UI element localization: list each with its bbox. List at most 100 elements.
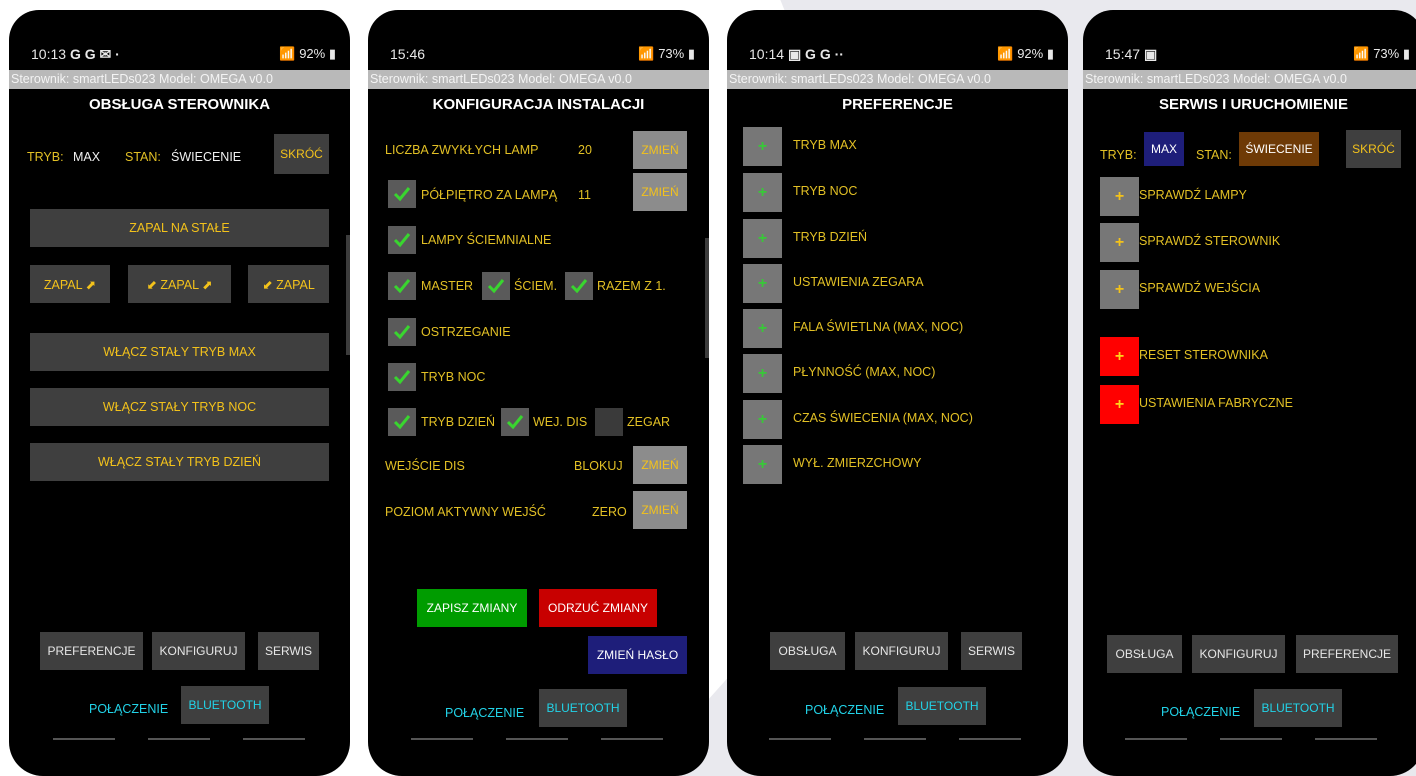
plus-icon[interactable]: + [1100, 270, 1139, 309]
polaczenie-label: POŁĄCZENIE [445, 706, 525, 720]
odrzuc-zmiany-button[interactable]: ODRZUĆ ZMIANY [539, 589, 657, 627]
nav-indicator [959, 738, 1021, 740]
nav-indicator [53, 738, 115, 740]
reset-label[interactable]: RESET STEROWNIKA [1139, 348, 1268, 362]
bluetooth-button[interactable]: BLUETOOTH [181, 686, 269, 724]
pref-item-label[interactable]: TRYB MAX [793, 138, 857, 152]
razem-checkbox[interactable] [565, 272, 593, 300]
controller-info-bar: Sterownik: smartLEDs023 Model: OMEGA v0.… [1083, 70, 1416, 89]
stan-label: STAN: [1196, 148, 1232, 162]
pref-item-label[interactable]: USTAWIENIA ZEGARA [793, 275, 924, 289]
serwis-item-label[interactable]: SPRAWDŹ STEROWNIK [1139, 234, 1280, 248]
plus-icon[interactable]: + [743, 219, 782, 258]
status-bar: 10:14 ▣ G G ·· 📶 92% ▮ [727, 10, 1068, 70]
nav-preferencje-button[interactable]: PREFERENCJE [40, 632, 143, 670]
checkmark-icon [393, 233, 411, 248]
tryb-noc-checkbox[interactable] [388, 363, 416, 391]
pref-item-label[interactable]: CZAS ŚWIECENIA (MAX, NOC) [793, 411, 973, 425]
zmien-poziom-button[interactable]: ZMIEŃ [633, 491, 687, 529]
plus-icon[interactable]: + [743, 127, 782, 166]
skroc-button[interactable]: SKRÓĆ [274, 134, 329, 174]
plus-icon[interactable]: + [1100, 177, 1139, 216]
checkmark-icon [393, 279, 411, 294]
sciem-checkbox[interactable] [482, 272, 510, 300]
lampy-sciemnialne-label: LAMPY ŚCIEMNIALNE [421, 233, 552, 247]
bluetooth-button[interactable]: BLUETOOTH [1254, 689, 1342, 727]
zegar-checkbox[interactable] [595, 408, 623, 436]
master-checkbox[interactable] [388, 272, 416, 300]
polaczenie-label: POŁĄCZENIE [1161, 705, 1241, 719]
nav-preferencje-button[interactable]: PREFERENCJE [1296, 635, 1398, 673]
zmien-wejscie-button[interactable]: ZMIEŃ [633, 446, 687, 484]
nav-indicator [506, 738, 568, 740]
zapisz-zmiany-button[interactable]: ZAPISZ ZMIANY [417, 589, 527, 627]
pref-item-label[interactable]: TRYB DZIEŃ [793, 230, 867, 244]
zapal-left-button[interactable]: ⬋ ZAPAL [248, 265, 329, 303]
zmien-liczba-button[interactable]: ZMIEŃ [633, 131, 687, 169]
polpietro-checkbox[interactable] [388, 180, 416, 208]
checkmark-icon [393, 415, 411, 430]
phone-screen-konfiguracja: 15:46 📶 73% ▮ Sterownik: smartLEDs023 Mo… [368, 10, 709, 776]
status-time: 10:14 [749, 46, 785, 62]
zero-value: ZERO [592, 505, 627, 519]
status-time: 15:46 [390, 46, 426, 62]
liczba-lamp-label: LICZBA ZWYKŁYCH LAMP [385, 143, 539, 157]
plus-icon[interactable]: + [743, 400, 782, 439]
pref-item-label[interactable]: TRYB NOC [793, 184, 857, 198]
tryb-label: TRYB: [27, 150, 64, 164]
checkmark-icon [393, 370, 411, 385]
serwis-item-label[interactable]: SPRAWDŹ LAMPY [1139, 188, 1247, 202]
serwis-item-label[interactable]: SPRAWDŹ WEJŚCIA [1139, 281, 1260, 295]
zapal-na-stale-button[interactable]: ZAPAL NA STAŁE [30, 209, 329, 247]
nav-konfiguruj-button[interactable]: KONFIGURUJ [152, 632, 245, 670]
status-time: 10:13 [31, 46, 67, 62]
nav-indicator [1125, 738, 1187, 740]
polaczenie-label: POŁĄCZENIE [805, 703, 885, 717]
zmien-polpietro-button[interactable]: ZMIEŃ [633, 173, 687, 211]
tryb-label: TRYB: [1100, 148, 1137, 162]
blokuj-value: BLOKUJ [574, 459, 623, 473]
tryb-max-button[interactable]: WŁĄCZ STAŁY TRYB MAX [30, 333, 329, 371]
tryb-dzien-checkbox[interactable] [388, 408, 416, 436]
wej-dis-checkbox[interactable] [501, 408, 529, 436]
tryb-noc-button[interactable]: WŁĄCZ STAŁY TRYB NOC [30, 388, 329, 426]
plus-icon[interactable]: + [743, 173, 782, 212]
zapal-right-button[interactable]: ZAPAL ⬈ [30, 265, 110, 303]
ostrzeganie-checkbox[interactable] [388, 318, 416, 346]
liczba-lamp-value: 20 [578, 143, 592, 157]
plus-icon[interactable]: + [743, 354, 782, 393]
lampy-sciemnialne-checkbox[interactable] [388, 226, 416, 254]
plus-icon[interactable]: + [743, 264, 782, 303]
nav-indicator [1315, 738, 1377, 740]
plus-icon[interactable]: + [1100, 385, 1139, 424]
nav-obsluga-button[interactable]: OBSŁUGA [770, 632, 845, 670]
nav-serwis-button[interactable]: SERWIS [961, 632, 1022, 670]
nav-indicator [864, 738, 926, 740]
nav-obsluga-button[interactable]: OBSŁUGA [1107, 635, 1182, 673]
tryb-dzien-button[interactable]: WŁĄCZ STAŁY TRYB DZIEŃ [30, 443, 329, 481]
checkmark-icon [506, 415, 524, 430]
nav-konfiguruj-button[interactable]: KONFIGURUJ [855, 632, 948, 670]
pref-item-label[interactable]: FALA ŚWIETLNA (MAX, NOC) [793, 320, 963, 334]
plus-icon[interactable]: + [1100, 337, 1139, 376]
zmien-haslo-button[interactable]: ZMIEŃ HASŁO [588, 636, 687, 674]
polaczenie-label: POŁĄCZENIE [89, 702, 169, 716]
tryb-noc-label: TRYB NOC [421, 370, 486, 384]
bluetooth-button[interactable]: BLUETOOTH [898, 687, 986, 725]
nav-konfiguruj-button[interactable]: KONFIGURUJ [1192, 635, 1285, 673]
plus-icon[interactable]: + [743, 309, 782, 348]
phone-screen-preferencje: 10:14 ▣ G G ·· 📶 92% ▮ Sterownik: smartL… [727, 10, 1068, 776]
status-time: 15:47 [1105, 46, 1141, 62]
side-button [705, 238, 709, 358]
nav-indicator [411, 738, 473, 740]
zapal-both-button[interactable]: ⬋ ZAPAL ⬈ [128, 265, 231, 303]
pref-item-label[interactable]: PŁYNNOŚĆ (MAX, NOC) [793, 365, 935, 379]
plus-icon[interactable]: + [1100, 223, 1139, 262]
pref-item-label[interactable]: WYŁ. ZMIERZCHOWY [793, 456, 921, 470]
skroc-button[interactable]: SKRÓĆ [1346, 130, 1401, 168]
bluetooth-button[interactable]: BLUETOOTH [539, 689, 627, 727]
side-button [346, 235, 350, 355]
plus-icon[interactable]: + [743, 445, 782, 484]
nav-serwis-button[interactable]: SERWIS [258, 632, 319, 670]
fabryczne-label[interactable]: USTAWIENIA FABRYCZNE [1139, 396, 1293, 410]
